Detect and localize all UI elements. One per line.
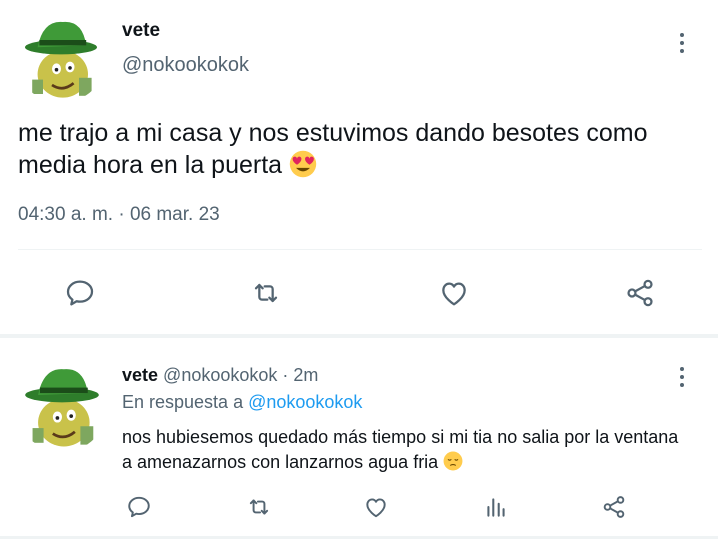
more-options-icon[interactable] (672, 28, 692, 58)
share-icon[interactable] (599, 492, 629, 522)
analytics-icon[interactable] (481, 492, 511, 522)
reply-icon[interactable] (124, 492, 154, 522)
tweet-text: me trajo a mi casa y nos estuvimos dando… (18, 117, 708, 181)
replying-to-prefix: En respuesta a (122, 392, 244, 412)
like-icon[interactable] (361, 492, 391, 522)
avatar[interactable] (16, 13, 106, 103)
main-username[interactable]: @nokookokok (122, 54, 249, 77)
replying-to-handle-link[interactable]: @nokookokok (248, 392, 362, 412)
reply-username-time[interactable]: @nokookokok · 2m (163, 365, 318, 385)
main-display-name[interactable]: vete (122, 20, 160, 42)
more-options-icon[interactable] (672, 362, 692, 392)
avatar[interactable] (16, 360, 108, 452)
spongebob-gangster-avatar-icon (16, 360, 108, 452)
pensive-face-emoji-icon (443, 451, 463, 471)
tweet-text-content: me trajo a mi casa y nos estuvimos dando… (18, 119, 648, 179)
reply-tweet-text: nos hubiesemos quedado más tiempo si mi … (122, 425, 692, 475)
reply-display-name[interactable]: vete (122, 365, 158, 385)
retweet-icon[interactable] (246, 276, 286, 310)
retweet-icon[interactable] (243, 492, 275, 522)
heart-eyes-emoji-icon (289, 150, 317, 178)
reply-text-content: nos hubiesemos quedado más tiempo si mi … (122, 427, 679, 472)
spongebob-gangster-avatar-icon (16, 13, 106, 103)
replying-to: En respuesta a @nokookokok (122, 392, 362, 413)
tweet-separator (0, 334, 718, 338)
share-icon[interactable] (622, 276, 658, 310)
tweet-timestamp[interactable]: 04:30 a. m. · 06 mar. 23 (18, 204, 220, 226)
like-icon[interactable] (436, 276, 472, 310)
divider (18, 249, 702, 250)
reply-header: vete @nokookokok · 2m (122, 365, 318, 386)
reply-icon[interactable] (62, 276, 98, 310)
